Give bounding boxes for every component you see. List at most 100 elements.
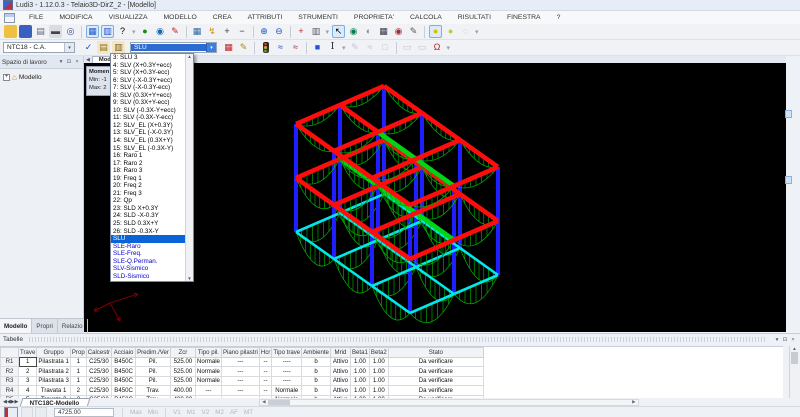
- curve-disabled-icon[interactable]: ≈: [364, 41, 377, 54]
- menu-file[interactable]: FILE: [21, 14, 51, 21]
- panel-tab-propri[interactable]: Propri: [32, 319, 58, 333]
- dropdown-option[interactable]: 17: Raro 2: [111, 160, 185, 168]
- table-cell[interactable]: 2: [19, 367, 37, 377]
- table-cell[interactable]: B450C: [112, 386, 136, 396]
- table-cell[interactable]: ---: [221, 357, 259, 367]
- toolbar-overflow-icon[interactable]: ▾: [342, 44, 346, 52]
- menu-crea[interactable]: CREA: [205, 14, 240, 21]
- dropdown-scrollbar[interactable]: ▲ ▼: [185, 54, 193, 281]
- table-row[interactable]: R44Travata 12C25/30B450CTrav.400.00-----…: [1, 386, 484, 396]
- table-cell[interactable]: 525.00: [170, 357, 195, 367]
- hscroll-left-icon[interactable]: ◀: [260, 399, 268, 405]
- table-cell[interactable]: ----: [272, 357, 302, 367]
- dropdown-option[interactable]: 25: SLD 0.3X+Y: [111, 220, 185, 228]
- status-value-field[interactable]: 4725.00: [54, 408, 114, 417]
- diagram-red-icon[interactable]: ≈: [289, 41, 302, 54]
- viewport-scroll-up-button[interactable]: [785, 110, 792, 118]
- toolbar-overflow-icon[interactable]: ▾: [447, 44, 451, 52]
- combination-combobox[interactable]: SLU ▾: [130, 42, 217, 53]
- table-cell[interactable]: b: [302, 376, 331, 386]
- menu-proprieta[interactable]: PROPRIETA': [346, 14, 402, 21]
- table-cell[interactable]: --: [259, 367, 271, 377]
- table-cell[interactable]: b: [302, 367, 331, 377]
- table-cell[interactable]: 1: [70, 357, 86, 367]
- frame2-disabled-icon[interactable]: ▭: [416, 41, 429, 54]
- column-header[interactable]: Calcestr: [86, 348, 111, 358]
- row-header[interactable]: R4: [1, 386, 19, 396]
- table-scroll-up-icon[interactable]: ▲: [790, 346, 799, 351]
- dropdown-option[interactable]: 16: Raro 1: [111, 152, 185, 160]
- section-grid-icon[interactable]: ▦: [191, 25, 204, 38]
- table-cell[interactable]: --: [259, 376, 271, 386]
- globe2-icon[interactable]: ◉: [347, 25, 360, 38]
- sidebar-menu-icon[interactable]: ▾: [57, 59, 65, 65]
- table-cell[interactable]: Pilastrata 2: [37, 367, 70, 377]
- table-cell[interactable]: ---: [195, 386, 221, 396]
- eye-icon[interactable]: ◉: [392, 25, 405, 38]
- dropdown-option[interactable]: 6: SLV (-X-0.3Y+ecc): [111, 77, 185, 85]
- sheet-nav-next-icon[interactable]: ▶▶: [11, 399, 19, 405]
- dropdown-option[interactable]: 3: SLU 3: [111, 54, 185, 62]
- dropdown-option[interactable]: 14: SLV_EL (0.3X+Y): [111, 137, 185, 145]
- window-table-icon[interactable]: ▥: [310, 25, 323, 38]
- pan-icon[interactable]: +: [295, 25, 308, 38]
- print-preview-icon[interactable]: ◎: [64, 25, 77, 38]
- panel-tab-modello[interactable]: Modello: [0, 319, 32, 333]
- diagram-blue-icon[interactable]: ≈: [274, 41, 287, 54]
- menu-modello[interactable]: MODELLO: [156, 14, 205, 21]
- dropdown-option[interactable]: 19: Freq 1: [111, 175, 185, 183]
- copy-icon[interactable]: ▤: [34, 25, 47, 38]
- table-cell[interactable]: C25/30: [86, 367, 111, 377]
- window-add-icon[interactable]: +: [221, 25, 234, 38]
- dropdown-scroll-down-icon[interactable]: ▼: [187, 276, 191, 281]
- table-cell[interactable]: 1.00: [369, 367, 388, 377]
- dropdown-option[interactable]: 18: Raro 3: [111, 167, 185, 175]
- table-cell[interactable]: B450C: [112, 357, 136, 367]
- table-cell[interactable]: ----: [272, 376, 302, 386]
- menu-finestra[interactable]: FINESTRA: [499, 14, 549, 21]
- loads-lightning-icon[interactable]: ↯: [206, 25, 219, 38]
- table-vertical-scrollbar[interactable]: ▲: [789, 346, 799, 399]
- table-cell[interactable]: Pil.: [136, 376, 171, 386]
- column-header[interactable]: Ambiente: [302, 348, 331, 358]
- table-cell[interactable]: 1: [70, 367, 86, 377]
- menu-attributi[interactable]: ATTRIBUTI: [240, 14, 291, 21]
- column-header[interactable]: Zcr: [170, 348, 195, 358]
- table-cell[interactable]: --: [259, 357, 271, 367]
- dropdown-option[interactable]: 9: SLV (0.3X+Y-ecc): [111, 99, 185, 107]
- table-scroll-thumb[interactable]: [791, 352, 798, 364]
- toolbar-overflow-icon[interactable]: ▾: [475, 28, 479, 36]
- column-header[interactable]: Prop: [70, 348, 86, 358]
- table-cell[interactable]: Pilastrata 1: [37, 357, 70, 367]
- draw-pencil-icon[interactable]: ✎: [169, 25, 182, 38]
- table-cell[interactable]: Normale: [272, 386, 302, 396]
- dropdown-option[interactable]: 22: Qp: [111, 197, 185, 205]
- dropdown-option[interactable]: 26: SLD -0.3X-Y: [111, 228, 185, 236]
- table-cell[interactable]: b: [302, 386, 331, 396]
- toolbar-overflow-icon[interactable]: ▾: [132, 28, 136, 36]
- table-cell[interactable]: Da verificare: [388, 386, 483, 396]
- table-cell[interactable]: 1.00: [369, 357, 388, 367]
- edit-disabled-icon[interactable]: ✎: [349, 41, 362, 54]
- ibeam-icon[interactable]: I: [326, 41, 339, 54]
- table-cell[interactable]: 1.00: [350, 367, 369, 377]
- omega-icon[interactable]: Ω: [431, 41, 444, 54]
- tabelle-menu-icon[interactable]: ▾: [773, 337, 781, 343]
- table-cell[interactable]: B450C: [112, 367, 136, 377]
- table-row[interactable]: R22Pilastrata 21C25/30B450CPil.525.00Nor…: [1, 367, 484, 377]
- status-tool2-icon[interactable]: [35, 407, 47, 417]
- column-header[interactable]: Piano pilastri: [221, 348, 259, 358]
- dropdown-option[interactable]: SLD-Sismico: [111, 273, 185, 281]
- sidebar-pin-icon[interactable]: ⊡: [65, 59, 73, 65]
- hscroll-right-icon[interactable]: ▶: [630, 399, 638, 405]
- table-cell[interactable]: C25/30: [86, 357, 111, 367]
- element-table[interactable]: TraveGruppoPropCalcestrAcciaioPredim./Ve…: [0, 347, 484, 400]
- table-cell[interactable]: Pil.: [136, 357, 171, 367]
- table-cell[interactable]: 400.00: [170, 386, 195, 396]
- dropdown-option[interactable]: 4: SLV (X+0.3Y+ecc): [111, 62, 185, 70]
- column-header[interactable]: Stato: [388, 348, 483, 358]
- dropdown-option[interactable]: SLU: [111, 235, 185, 243]
- table-cell[interactable]: 1: [70, 376, 86, 386]
- column-header[interactable]: Hcr: [259, 348, 271, 358]
- row-header[interactable]: R1: [1, 357, 19, 367]
